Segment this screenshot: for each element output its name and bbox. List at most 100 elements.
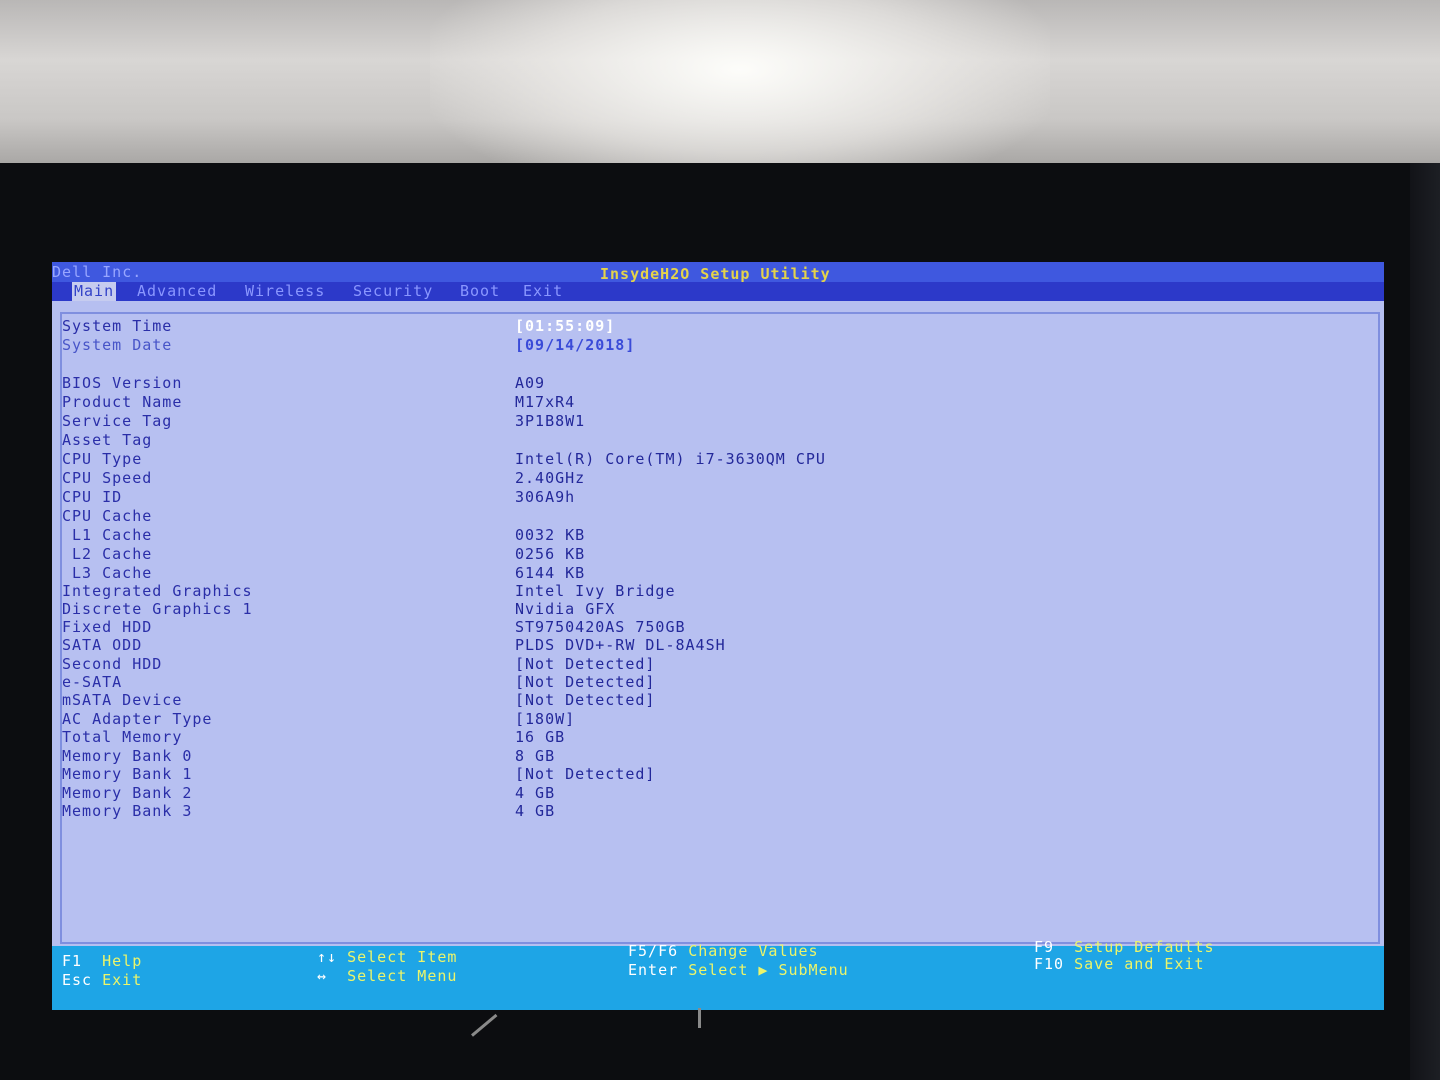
info-row: CPU ID 306A9h: [62, 488, 1362, 507]
info-row: Product Name M17xR4: [62, 393, 1362, 412]
info-label: Memory Bank 0: [62, 747, 193, 765]
info-label: CPU Cache: [62, 507, 153, 525]
info-row: L3 Cache 6144 KB: [62, 564, 1362, 583]
left-right-arrows-icon: ↔: [317, 967, 328, 985]
info-value: A09: [515, 374, 546, 392]
info-value: ST9750420AS 750GB: [515, 618, 686, 636]
info-value: 2.40GHz: [515, 469, 586, 487]
save-exit-hint[interactable]: F10 Save and Exit: [1034, 955, 1205, 974]
system-time-label: System Time: [62, 317, 173, 335]
info-label: Memory Bank 1: [62, 765, 193, 783]
info-row: Memory Bank 3 4 GB: [62, 802, 1362, 821]
help-footer: F1 Help Esc Exit ↑↓ Select Item ↔ Select…: [52, 938, 1384, 1010]
info-label: L1 Cache: [62, 526, 153, 544]
info-label: mSATA Device: [62, 691, 183, 709]
info-row: Memory Bank 0 8 GB: [62, 747, 1362, 766]
reflection-streak: [698, 1008, 701, 1028]
info-value: 0032 KB: [515, 526, 586, 544]
system-time-row[interactable]: System Time [01:55:09]: [62, 317, 1362, 336]
info-label: Fixed HDD: [62, 618, 153, 636]
info-value: [180W]: [515, 710, 576, 728]
exit-hint[interactable]: Esc Exit: [62, 971, 142, 990]
info-label: e-SATA: [62, 673, 123, 691]
info-row: e-SATA [Not Detected]: [62, 673, 1362, 692]
submenu-desc: Select ▶ SubMenu: [688, 961, 849, 979]
info-row: Integrated Graphics Intel Ivy Bridge: [62, 582, 1362, 601]
f9-key: F9: [1034, 938, 1055, 956]
select-item-hint: ↑↓ Select Item: [317, 948, 457, 967]
system-date-value[interactable]: [09/14/2018]: [515, 336, 635, 355]
info-row: Memory Bank 1 [Not Detected]: [62, 765, 1362, 784]
tab-main[interactable]: Main: [72, 282, 117, 301]
info-value: PLDS DVD+-RW DL-8A4SH: [515, 636, 726, 654]
main-content-panel: System Time [01:55:09] System Date [09/1…: [60, 312, 1380, 944]
info-row: mSATA Device [Not Detected]: [62, 691, 1362, 710]
info-row: L2 Cache 0256 KB: [62, 545, 1362, 564]
save-exit-desc: Save and Exit: [1074, 955, 1205, 973]
info-row: CPU Speed 2.40GHz: [62, 469, 1362, 488]
system-time-value[interactable]: [01:55:09]: [515, 317, 615, 336]
f10-key: F10: [1034, 955, 1065, 973]
info-value: 4 GB: [515, 802, 556, 820]
info-value: [Not Detected]: [515, 673, 656, 691]
info-label: Memory Bank 3: [62, 802, 193, 820]
info-row: CPU Cache: [62, 507, 1362, 526]
info-row: Memory Bank 2 4 GB: [62, 784, 1362, 803]
info-label: CPU Type: [62, 450, 143, 468]
setup-defaults-desc: Setup Defaults: [1074, 938, 1215, 956]
info-label: Discrete Graphics 1: [62, 600, 253, 618]
info-label: L2 Cache: [62, 545, 153, 563]
title-bar: Dell Inc. InsydeH2O Setup Utility: [52, 262, 1384, 283]
info-value: 8 GB: [515, 747, 556, 765]
system-date-label: System Date: [62, 336, 173, 354]
info-label: BIOS Version: [62, 374, 183, 392]
system-date-row[interactable]: System Date [09/14/2018]: [62, 336, 1362, 355]
esc-desc: Exit: [102, 971, 143, 989]
info-value: [Not Detected]: [515, 691, 656, 709]
info-row: AC Adapter Type [180W]: [62, 710, 1362, 729]
info-label: CPU Speed: [62, 469, 153, 487]
select-menu-desc: Select Menu: [347, 967, 458, 985]
tab-wireless[interactable]: Wireless: [243, 282, 327, 301]
tab-security[interactable]: Security: [351, 282, 435, 301]
info-label: SATA ODD: [62, 636, 143, 654]
tab-boot[interactable]: Boot: [458, 282, 502, 301]
info-row: CPU Type Intel(R) Core(TM) i7-3630QM CPU: [62, 450, 1362, 469]
change-values-hint: F5/F6 Change Values: [628, 942, 819, 961]
info-row: Total Memory 16 GB: [62, 728, 1362, 747]
info-value: Intel Ivy Bridge: [515, 582, 676, 600]
f5-f6-key: F5/F6: [628, 942, 679, 960]
info-row: BIOS Version A09: [62, 374, 1362, 393]
info-row: L1 Cache 0032 KB: [62, 526, 1362, 545]
f1-key: F1: [62, 952, 83, 970]
info-label: Second HDD: [62, 655, 163, 673]
submenu-hint: Enter Select ▶ SubMenu: [628, 961, 849, 980]
esc-key: Esc: [62, 971, 93, 989]
help-hint[interactable]: F1 Help: [62, 952, 142, 971]
info-value: [Not Detected]: [515, 655, 656, 673]
info-label: Integrated Graphics: [62, 582, 253, 600]
info-value: 306A9h: [515, 488, 576, 506]
f1-desc: Help: [102, 952, 143, 970]
info-label: L3 Cache: [62, 564, 153, 582]
info-label: AC Adapter Type: [62, 710, 213, 728]
info-value: 3P1B8W1: [515, 412, 586, 430]
info-value: [Not Detected]: [515, 765, 656, 783]
info-row: SATA ODD PLDS DVD+-RW DL-8A4SH: [62, 636, 1362, 655]
info-row: Discrete Graphics 1 Nvidia GFX: [62, 600, 1362, 619]
select-item-desc: Select Item: [347, 948, 458, 966]
utility-title: InsydeH2O Setup Utility: [600, 265, 831, 283]
menu-bar: Main Advanced Wireless Security Boot Exi…: [52, 282, 1384, 301]
info-label: Service Tag: [62, 412, 173, 430]
info-label: Asset Tag: [62, 431, 153, 449]
laptop-bezel-edge: [1410, 163, 1440, 1080]
info-value: 6144 KB: [515, 564, 586, 582]
enter-key: Enter: [628, 961, 679, 979]
tab-exit[interactable]: Exit: [521, 282, 565, 301]
info-value: M17xR4: [515, 393, 576, 411]
select-menu-hint: ↔ Select Menu: [317, 967, 457, 986]
change-values-desc: Change Values: [688, 942, 819, 960]
tab-advanced[interactable]: Advanced: [135, 282, 219, 301]
info-label: CPU ID: [62, 488, 123, 506]
vendor-name: Dell Inc.: [52, 263, 143, 281]
